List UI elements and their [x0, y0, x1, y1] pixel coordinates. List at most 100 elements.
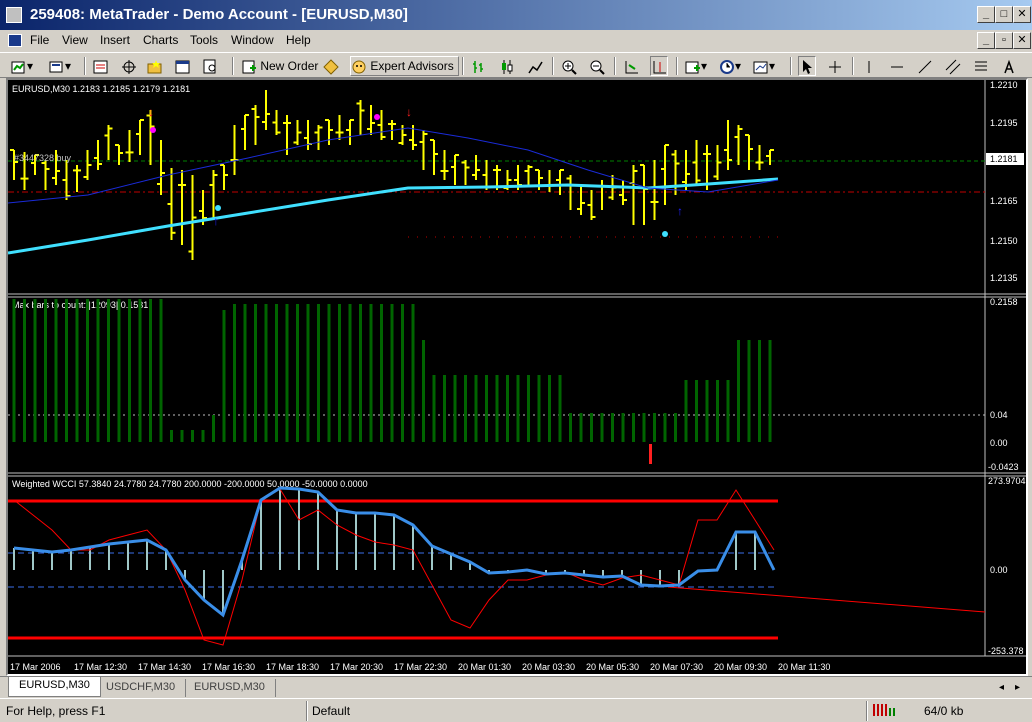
chart-window[interactable]: ↓ ↓ ↑ ↑ EURUSD,M30 1.2183 1.2185 1.2179 … [6, 78, 1028, 676]
wcci-bar [51, 552, 53, 570]
tabs-scroll-right-button[interactable]: ▸ [1014, 678, 1021, 698]
svg-text:0.04: 0.04 [990, 410, 1008, 420]
histogram-bar [611, 413, 614, 442]
zoom-out-icon [590, 60, 605, 75]
histogram-bar [726, 380, 730, 442]
histogram-bar [96, 299, 100, 442]
profiles-button[interactable]: ▾ [48, 56, 72, 76]
menu-view[interactable]: View [62, 33, 88, 47]
time-axis-label: 20 Mar 07:30 [650, 662, 703, 672]
wcci-bar [393, 515, 395, 570]
star-folder-icon [147, 59, 162, 74]
histogram-bar [380, 304, 383, 442]
wcci-bar [450, 554, 452, 570]
histogram-bar [128, 299, 131, 442]
new-order-button[interactable]: New Order [240, 56, 323, 76]
price-bar [629, 165, 638, 225]
expert-advisors-button[interactable]: Expert Advisors [350, 56, 459, 76]
crosshair-button[interactable] [826, 56, 844, 76]
tab-usdchf-m30[interactable]: USDCHF,M30 [96, 679, 187, 697]
diamond-icon [323, 59, 339, 75]
text-tool-button[interactable] [1000, 56, 1018, 76]
price-bar [419, 130, 428, 170]
vertical-line-button[interactable] [860, 56, 878, 76]
maximize-button[interactable]: □ [995, 6, 1013, 23]
histogram-bar [201, 430, 205, 442]
periods-button[interactable]: ▾ [718, 56, 742, 76]
tabs-scroll-left-button[interactable]: ◂ [998, 678, 1005, 698]
histogram-bar [348, 304, 352, 442]
cursor-button[interactable] [798, 56, 816, 76]
wcci-bar [260, 500, 262, 570]
histogram-bar [705, 380, 709, 442]
price-bar [136, 119, 144, 155]
minimize-button[interactable]: _ [977, 6, 995, 23]
fibonacci-button[interactable] [972, 56, 990, 76]
histogram-bar [663, 413, 667, 442]
close-button[interactable]: ✕ [1013, 6, 1031, 23]
menu-help[interactable]: Help [286, 33, 311, 47]
chart-shift-button[interactable] [650, 56, 668, 76]
inner-close-button[interactable]: ✕ [1013, 32, 1031, 49]
svg-text:1.2135: 1.2135 [990, 273, 1018, 283]
candlestick-button[interactable] [498, 56, 516, 76]
terminal-button[interactable] [174, 56, 192, 76]
wcci-histogram [13, 488, 756, 615]
chart-canvas[interactable]: ↓ ↓ ↑ ↑ EURUSD,M30 1.2183 1.2185 1.2179 … [8, 80, 1026, 674]
price-bar [209, 170, 218, 220]
histogram-bar [464, 375, 467, 442]
profiles-icon [49, 61, 63, 73]
new-chart-button[interactable]: ▾ [10, 56, 34, 76]
metaeditor-button[interactable] [322, 56, 340, 76]
equidistant-channel-button[interactable] [944, 56, 962, 76]
market-watch-button[interactable] [92, 56, 110, 76]
menu-window[interactable]: Window [231, 33, 274, 47]
histogram-bar [327, 304, 331, 442]
price-bar [167, 168, 176, 240]
price-bar [451, 154, 459, 185]
zoom-in-icon [562, 60, 577, 75]
menu-charts[interactable]: Charts [143, 33, 178, 47]
inner-restore-button[interactable]: ▫ [995, 32, 1013, 49]
horizontal-line-button[interactable] [888, 56, 906, 76]
data-window-button[interactable] [120, 56, 138, 76]
navigator-button[interactable] [146, 56, 164, 76]
inner-minimize-button[interactable]: _ [977, 32, 995, 49]
price-bar [524, 165, 533, 185]
strategy-tester-button[interactable] [202, 56, 220, 76]
price-bar [115, 144, 123, 165]
time-axis-label: 17 Mar 16:30 [202, 662, 255, 672]
histogram-bar [642, 413, 646, 442]
tab-eurusd-m30-1[interactable]: EURUSD,M30 [8, 677, 101, 697]
menu-tools[interactable]: Tools [190, 33, 218, 47]
menu-insert[interactable]: Insert [100, 33, 130, 47]
histogram-bar [33, 299, 37, 442]
chart-tabs: EURUSD,M30 USDCHF,M30 EURUSD,M30 ◂ ▸ [0, 676, 1032, 698]
sell-arrow-2: ↓ [406, 105, 412, 119]
menu-file[interactable]: File [30, 33, 49, 47]
price-bar [293, 120, 302, 145]
new-order-label: New Order [260, 59, 319, 73]
horizontal-line-icon [891, 66, 903, 68]
bar-chart-button[interactable] [470, 56, 488, 76]
histogram-bar [590, 413, 593, 442]
tab-eurusd-m30-2[interactable]: EURUSD,M30 [184, 679, 276, 697]
line-chart-button[interactable] [526, 56, 544, 76]
histogram-bar [285, 304, 289, 442]
histogram-bar [149, 299, 152, 442]
indicators-button[interactable]: ▾ [684, 56, 708, 76]
channel-icon [945, 59, 961, 75]
templates-button[interactable]: ▾ [752, 56, 776, 76]
price-bar [745, 134, 753, 170]
histogram-bar [306, 304, 310, 442]
status-traffic: 64/0 kb [924, 704, 964, 718]
indicator2-header: Weighted WCCI 57.3840 24.7780 24.7780 20… [12, 479, 368, 489]
clock-icon [720, 59, 734, 74]
zoom-out-button[interactable] [588, 56, 606, 76]
histogram-negative-bar [649, 444, 652, 464]
auto-scroll-button[interactable] [622, 56, 640, 76]
histogram-bar [170, 430, 173, 442]
wcci-bar [754, 532, 756, 570]
zoom-in-button[interactable] [560, 56, 578, 76]
trendline-button[interactable] [916, 56, 934, 76]
